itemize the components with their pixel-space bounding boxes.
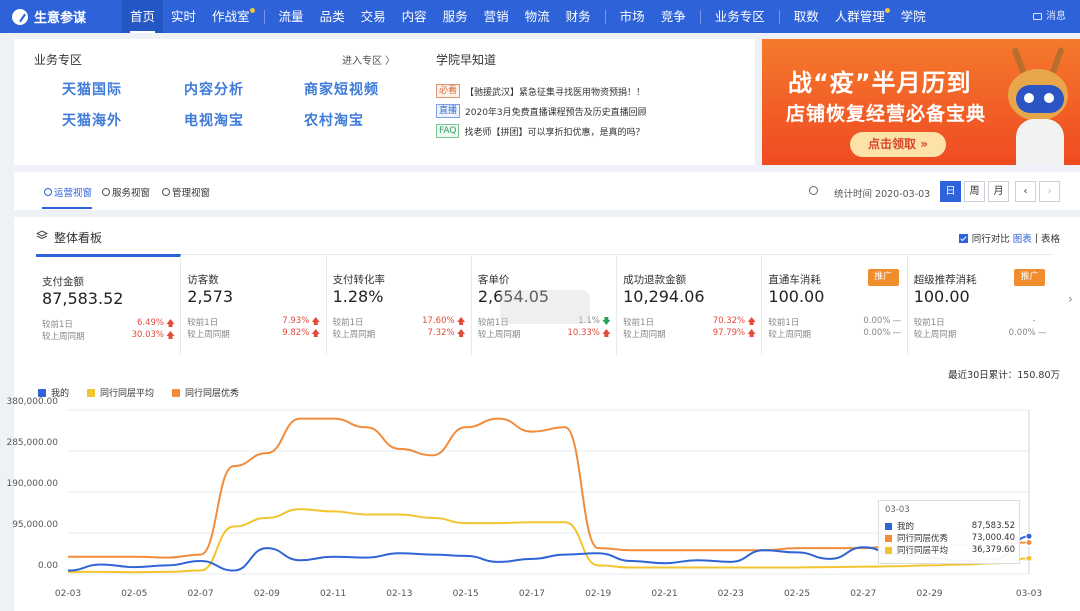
watermark (500, 290, 590, 324)
x-tick-label: 02-05 (121, 589, 147, 599)
x-tick-label: 02-17 (519, 589, 545, 599)
x-tick-label: 02-09 (254, 589, 280, 599)
x-tick-label: 02-27 (850, 589, 876, 599)
x-tick-label: 02-21 (651, 589, 677, 599)
series-end-point (1025, 554, 1033, 562)
y-tick-label: 190,000.00 (6, 479, 58, 489)
y-tick-label: 0.00 (38, 561, 58, 571)
x-tick-label: 02-29 (917, 589, 943, 599)
tooltip-series: 同行同层优秀 (897, 534, 949, 544)
tooltip-date: 03-03 (885, 505, 910, 515)
chart-tooltip: 03-03 我的 87,583.52 同行同层优秀 73,000.40 同行同层平均… (878, 500, 1020, 564)
tooltip-value: 36,379.60 (971, 545, 1015, 555)
tooltip-swatch (885, 534, 892, 542)
tooltip-row: 同行同层优秀 73,000.40 (885, 532, 1015, 544)
series-end-point (1025, 538, 1033, 546)
x-tick-label: 02-19 (585, 589, 611, 599)
tooltip-swatch (885, 546, 892, 554)
y-tick-label: 95,000.00 (12, 520, 58, 530)
x-tick-label: 02-11 (320, 589, 346, 599)
x-tick-label: 02-23 (718, 589, 744, 599)
y-tick-label: 285,000.00 (6, 438, 58, 448)
tooltip-series: 我的 (897, 522, 915, 532)
x-tick-label: 03-03 (1016, 589, 1042, 599)
x-tick-label: 02-03 (55, 589, 81, 599)
tooltip-row: 同行同层平均 36,379.60 (885, 544, 1015, 556)
x-tick-label: 02-07 (187, 589, 213, 599)
x-tick-label: 02-13 (386, 589, 412, 599)
x-tick-label: 02-15 (453, 589, 479, 599)
tooltip-row: 我的 87,583.52 (885, 520, 1015, 532)
y-tick-label: 380,000.00 (6, 397, 58, 407)
tooltip-swatch (885, 522, 892, 530)
series-end-point (1025, 532, 1033, 540)
tooltip-series: 同行同层平均 (897, 546, 949, 556)
tooltip-value: 73,000.40 (971, 533, 1015, 543)
x-tick-label: 02-25 (784, 589, 810, 599)
tooltip-value: 87,583.52 (971, 521, 1015, 531)
